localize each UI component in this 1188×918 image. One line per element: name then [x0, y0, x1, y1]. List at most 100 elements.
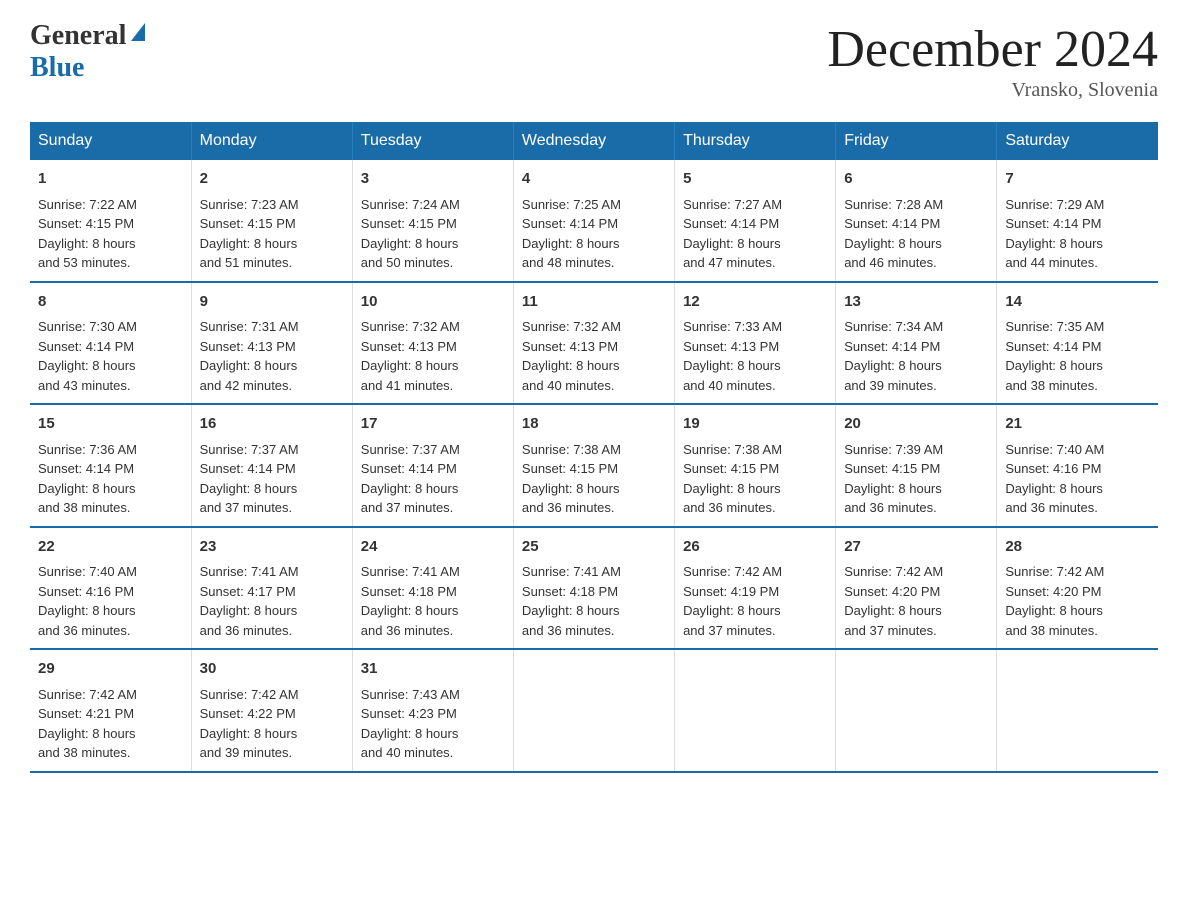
day-number: 23 — [200, 536, 344, 559]
day-number: 2 — [200, 168, 344, 191]
weekday-header-thursday: Thursday — [675, 122, 836, 160]
day-number: 27 — [844, 536, 988, 559]
day-info: Sunrise: 7:27 AMSunset: 4:14 PMDaylight:… — [683, 197, 782, 271]
page-header: General Blue December 2024 Vransko, Slov… — [30, 20, 1158, 102]
day-number: 31 — [361, 658, 505, 681]
day-info: Sunrise: 7:32 AMSunset: 4:13 PMDaylight:… — [361, 319, 460, 393]
day-number: 22 — [38, 536, 183, 559]
calendar-cell: 27 Sunrise: 7:42 AMSunset: 4:20 PMDaylig… — [836, 527, 997, 650]
calendar-cell: 25 Sunrise: 7:41 AMSunset: 4:18 PMDaylig… — [513, 527, 674, 650]
weekday-header-sunday: Sunday — [30, 122, 191, 160]
logo-blue-text: Blue — [30, 52, 84, 83]
day-number: 12 — [683, 291, 827, 314]
day-info: Sunrise: 7:37 AMSunset: 4:14 PMDaylight:… — [361, 442, 460, 516]
day-number: 13 — [844, 291, 988, 314]
day-number: 15 — [38, 413, 183, 436]
calendar-cell: 23 Sunrise: 7:41 AMSunset: 4:17 PMDaylig… — [191, 527, 352, 650]
calendar-cell — [997, 649, 1158, 772]
day-number: 20 — [844, 413, 988, 436]
calendar-cell: 3 Sunrise: 7:24 AMSunset: 4:15 PMDayligh… — [352, 160, 513, 282]
calendar-cell — [675, 649, 836, 772]
day-number: 6 — [844, 168, 988, 191]
logo: General Blue — [30, 20, 145, 84]
day-number: 18 — [522, 413, 666, 436]
day-info: Sunrise: 7:28 AMSunset: 4:14 PMDaylight:… — [844, 197, 943, 271]
day-info: Sunrise: 7:36 AMSunset: 4:14 PMDaylight:… — [38, 442, 137, 516]
calendar-cell: 13 Sunrise: 7:34 AMSunset: 4:14 PMDaylig… — [836, 282, 997, 405]
day-number: 9 — [200, 291, 344, 314]
day-info: Sunrise: 7:33 AMSunset: 4:13 PMDaylight:… — [683, 319, 782, 393]
day-info: Sunrise: 7:41 AMSunset: 4:17 PMDaylight:… — [200, 564, 299, 638]
day-info: Sunrise: 7:24 AMSunset: 4:15 PMDaylight:… — [361, 197, 460, 271]
calendar-cell: 15 Sunrise: 7:36 AMSunset: 4:14 PMDaylig… — [30, 404, 191, 527]
day-info: Sunrise: 7:37 AMSunset: 4:14 PMDaylight:… — [200, 442, 299, 516]
weekday-header-tuesday: Tuesday — [352, 122, 513, 160]
calendar-cell: 31 Sunrise: 7:43 AMSunset: 4:23 PMDaylig… — [352, 649, 513, 772]
calendar-cell: 8 Sunrise: 7:30 AMSunset: 4:14 PMDayligh… — [30, 282, 191, 405]
calendar-cell: 6 Sunrise: 7:28 AMSunset: 4:14 PMDayligh… — [836, 160, 997, 282]
month-title: December 2024 — [827, 20, 1158, 79]
day-info: Sunrise: 7:42 AMSunset: 4:20 PMDaylight:… — [1005, 564, 1104, 638]
day-info: Sunrise: 7:32 AMSunset: 4:13 PMDaylight:… — [522, 319, 621, 393]
weekday-header-friday: Friday — [836, 122, 997, 160]
day-number: 10 — [361, 291, 505, 314]
calendar-cell: 24 Sunrise: 7:41 AMSunset: 4:18 PMDaylig… — [352, 527, 513, 650]
day-number: 16 — [200, 413, 344, 436]
day-info: Sunrise: 7:42 AMSunset: 4:20 PMDaylight:… — [844, 564, 943, 638]
day-number: 1 — [38, 168, 183, 191]
day-info: Sunrise: 7:38 AMSunset: 4:15 PMDaylight:… — [683, 442, 782, 516]
day-number: 4 — [522, 168, 666, 191]
location-label: Vransko, Slovenia — [827, 79, 1158, 102]
day-number: 11 — [522, 291, 666, 314]
calendar-cell: 7 Sunrise: 7:29 AMSunset: 4:14 PMDayligh… — [997, 160, 1158, 282]
calendar-cell: 16 Sunrise: 7:37 AMSunset: 4:14 PMDaylig… — [191, 404, 352, 527]
day-number: 3 — [361, 168, 505, 191]
day-info: Sunrise: 7:40 AMSunset: 4:16 PMDaylight:… — [1005, 442, 1104, 516]
day-number: 24 — [361, 536, 505, 559]
day-number: 30 — [200, 658, 344, 681]
calendar-cell: 1 Sunrise: 7:22 AMSunset: 4:15 PMDayligh… — [30, 160, 191, 282]
calendar-week-row: 22 Sunrise: 7:40 AMSunset: 4:16 PMDaylig… — [30, 527, 1158, 650]
day-info: Sunrise: 7:22 AMSunset: 4:15 PMDaylight:… — [38, 197, 137, 271]
calendar-cell: 18 Sunrise: 7:38 AMSunset: 4:15 PMDaylig… — [513, 404, 674, 527]
calendar-cell: 9 Sunrise: 7:31 AMSunset: 4:13 PMDayligh… — [191, 282, 352, 405]
day-info: Sunrise: 7:41 AMSunset: 4:18 PMDaylight:… — [522, 564, 621, 638]
day-info: Sunrise: 7:42 AMSunset: 4:21 PMDaylight:… — [38, 687, 137, 761]
day-number: 17 — [361, 413, 505, 436]
day-info: Sunrise: 7:39 AMSunset: 4:15 PMDaylight:… — [844, 442, 943, 516]
calendar-cell: 17 Sunrise: 7:37 AMSunset: 4:14 PMDaylig… — [352, 404, 513, 527]
day-info: Sunrise: 7:34 AMSunset: 4:14 PMDaylight:… — [844, 319, 943, 393]
weekday-header-saturday: Saturday — [997, 122, 1158, 160]
title-area: December 2024 Vransko, Slovenia — [827, 20, 1158, 102]
calendar-cell: 26 Sunrise: 7:42 AMSunset: 4:19 PMDaylig… — [675, 527, 836, 650]
day-number: 28 — [1005, 536, 1150, 559]
day-number: 14 — [1005, 291, 1150, 314]
calendar-cell: 14 Sunrise: 7:35 AMSunset: 4:14 PMDaylig… — [997, 282, 1158, 405]
calendar-cell: 19 Sunrise: 7:38 AMSunset: 4:15 PMDaylig… — [675, 404, 836, 527]
calendar-week-row: 8 Sunrise: 7:30 AMSunset: 4:14 PMDayligh… — [30, 282, 1158, 405]
day-info: Sunrise: 7:42 AMSunset: 4:22 PMDaylight:… — [200, 687, 299, 761]
day-number: 19 — [683, 413, 827, 436]
calendar-week-row: 1 Sunrise: 7:22 AMSunset: 4:15 PMDayligh… — [30, 160, 1158, 282]
day-info: Sunrise: 7:29 AMSunset: 4:14 PMDaylight:… — [1005, 197, 1104, 271]
day-info: Sunrise: 7:38 AMSunset: 4:15 PMDaylight:… — [522, 442, 621, 516]
day-info: Sunrise: 7:31 AMSunset: 4:13 PMDaylight:… — [200, 319, 299, 393]
calendar-cell: 30 Sunrise: 7:42 AMSunset: 4:22 PMDaylig… — [191, 649, 352, 772]
day-info: Sunrise: 7:25 AMSunset: 4:14 PMDaylight:… — [522, 197, 621, 271]
day-info: Sunrise: 7:43 AMSunset: 4:23 PMDaylight:… — [361, 687, 460, 761]
calendar-cell: 4 Sunrise: 7:25 AMSunset: 4:14 PMDayligh… — [513, 160, 674, 282]
calendar-cell: 22 Sunrise: 7:40 AMSunset: 4:16 PMDaylig… — [30, 527, 191, 650]
day-info: Sunrise: 7:40 AMSunset: 4:16 PMDaylight:… — [38, 564, 137, 638]
calendar-cell: 5 Sunrise: 7:27 AMSunset: 4:14 PMDayligh… — [675, 160, 836, 282]
day-number: 7 — [1005, 168, 1150, 191]
day-info: Sunrise: 7:35 AMSunset: 4:14 PMDaylight:… — [1005, 319, 1104, 393]
calendar-cell: 28 Sunrise: 7:42 AMSunset: 4:20 PMDaylig… — [997, 527, 1158, 650]
calendar-cell: 12 Sunrise: 7:33 AMSunset: 4:13 PMDaylig… — [675, 282, 836, 405]
calendar-cell: 20 Sunrise: 7:39 AMSunset: 4:15 PMDaylig… — [836, 404, 997, 527]
day-info: Sunrise: 7:30 AMSunset: 4:14 PMDaylight:… — [38, 319, 137, 393]
calendar-cell: 2 Sunrise: 7:23 AMSunset: 4:15 PMDayligh… — [191, 160, 352, 282]
logo-triangle-icon — [131, 23, 145, 41]
day-number: 26 — [683, 536, 827, 559]
calendar-cell: 29 Sunrise: 7:42 AMSunset: 4:21 PMDaylig… — [30, 649, 191, 772]
day-info: Sunrise: 7:42 AMSunset: 4:19 PMDaylight:… — [683, 564, 782, 638]
